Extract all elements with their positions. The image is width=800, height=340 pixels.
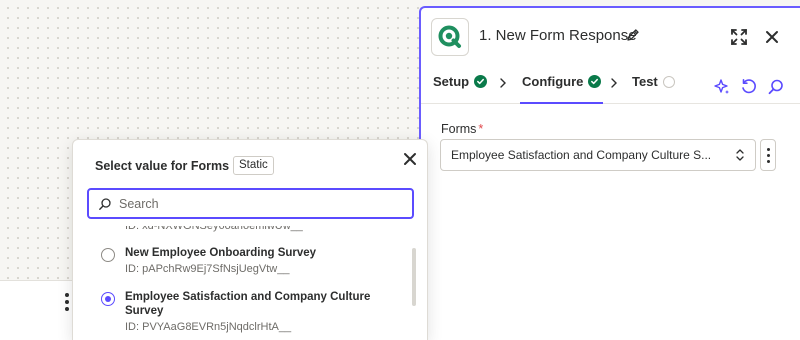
search-field[interactable]: [87, 188, 414, 219]
forms-select-value: Employee Satisfaction and Company Cultur…: [451, 148, 712, 162]
step-editor-panel: 1. New Form Response Setup Configure Tes…: [419, 6, 800, 340]
pending-circle-icon: [662, 76, 675, 88]
search-input[interactable]: [119, 194, 399, 213]
refresh-icon[interactable]: [740, 78, 758, 96]
forms-label-text: Forms: [441, 122, 477, 136]
option-id: ID: PVYAaG8EVRn5jNqdclrHtA__: [125, 321, 292, 333]
list-item[interactable]: Employee Satisfaction and Company Cultur…: [73, 288, 403, 340]
step-tabs: Setup Configure Test: [421, 64, 800, 104]
tab-label: Configure: [522, 74, 584, 89]
step-title: 1. New Form Response: [479, 27, 637, 44]
tab-label: Setup: [433, 74, 470, 89]
forms-field-label: Forms *: [441, 122, 483, 136]
required-mark: *: [478, 122, 484, 136]
tab-label: Test: [632, 74, 658, 89]
pencil-icon[interactable]: [626, 28, 640, 42]
search-icon: [99, 198, 111, 210]
tab-test[interactable]: Test: [632, 74, 675, 104]
option-name: New Employee Onboarding Survey: [125, 247, 317, 259]
radio-button-selected[interactable]: [101, 292, 115, 306]
popover-title: Select value for Forms: [95, 159, 230, 173]
tab-configure[interactable]: Configure: [520, 74, 604, 104]
option-id: ID: pAPchRw9Ej7SfNsjUegVtw__: [125, 263, 290, 275]
field-options-button[interactable]: [760, 139, 776, 171]
select-value-popover: Select value for Forms Static ID: xd-NXW…: [72, 139, 428, 340]
tab-setup[interactable]: Setup: [433, 74, 488, 104]
search-icon[interactable]: [767, 78, 785, 96]
radio-button[interactable]: [101, 248, 115, 262]
options-list[interactable]: ID: xd-NXWGNSey6oarioemiwUw__ New Employ…: [73, 222, 413, 340]
chevron-right-icon: [611, 78, 617, 88]
option-name: Employee Satisfaction and Company Cultur…: [125, 291, 371, 317]
check-circle-icon: [588, 75, 602, 88]
static-badge: Static: [233, 156, 274, 175]
scrollbar[interactable]: [412, 248, 416, 306]
close-icon[interactable]: [403, 152, 417, 166]
expand-icon[interactable]: [730, 28, 748, 46]
check-circle-icon: [474, 75, 488, 88]
form-app-logo: [431, 18, 469, 56]
option-id-partial: ID: xd-NXWGNSey6oarioemiwUw__: [125, 222, 303, 232]
panel-header: 1. New Form Response: [421, 8, 800, 64]
sparkle-icon[interactable]: [713, 78, 731, 96]
close-icon[interactable]: [764, 29, 780, 45]
list-item[interactable]: New Employee Onboarding Survey ID: pAPch…: [73, 244, 403, 278]
chevron-up-down-icon: [736, 149, 744, 161]
kebab-vertical-icon[interactable]: [63, 293, 71, 311]
forms-select[interactable]: Employee Satisfaction and Company Cultur…: [440, 139, 756, 171]
form-app-logo-icon: [438, 25, 461, 48]
chevron-right-icon: [500, 78, 506, 88]
